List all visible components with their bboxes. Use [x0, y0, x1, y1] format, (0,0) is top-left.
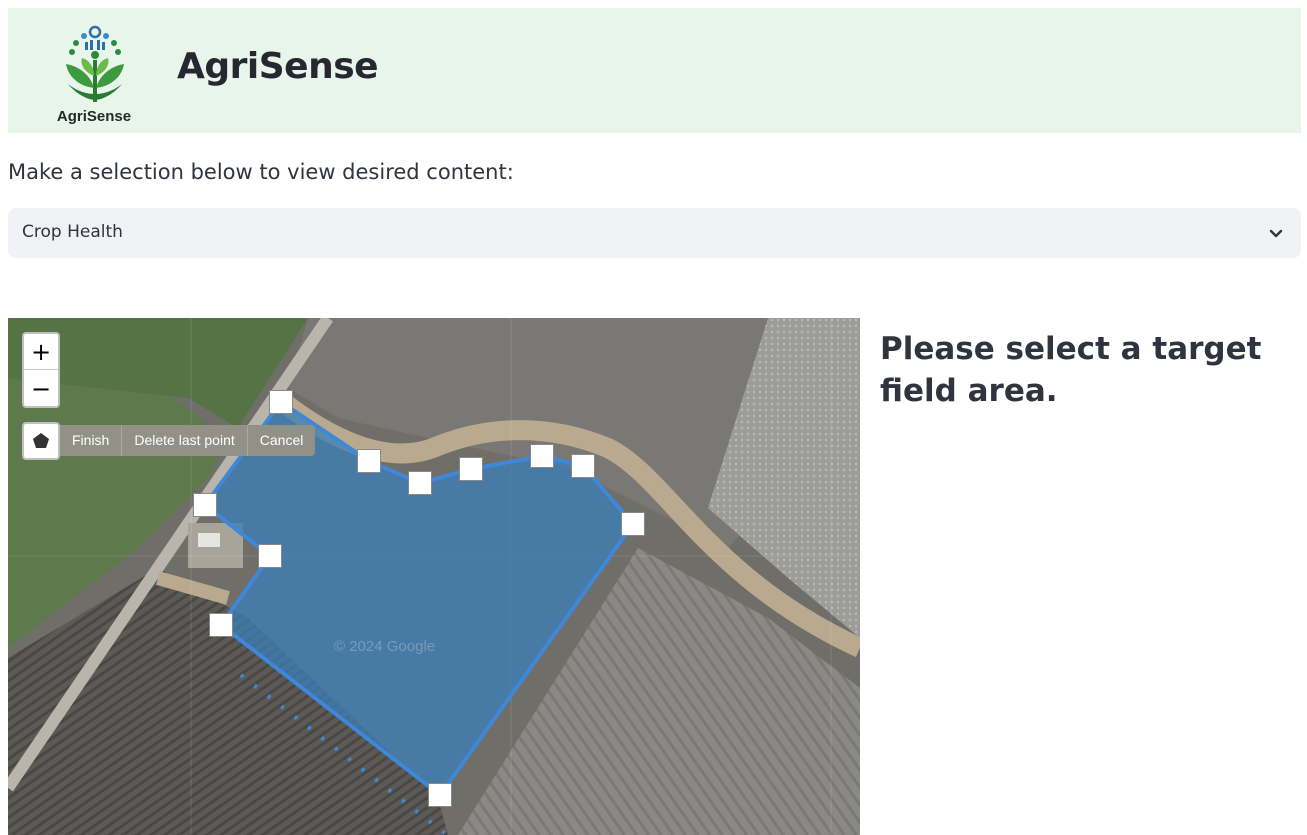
zoom-out-button[interactable]: − — [24, 371, 58, 407]
polygon-vertex[interactable] — [258, 544, 282, 568]
delete-last-point-button[interactable]: Delete last point — [121, 425, 246, 456]
instruction-message: Please select a target field area. — [880, 331, 1262, 409]
polygon-vertex[interactable] — [571, 454, 595, 478]
polygon-vertex[interactable] — [269, 390, 293, 414]
chevron-down-icon — [1269, 229, 1283, 238]
polygon-vertex[interactable] — [408, 471, 432, 495]
finish-button[interactable]: Finish — [60, 425, 121, 456]
agrisense-logo: AgriSense — [48, 22, 140, 126]
polygon-vertex[interactable] — [209, 613, 233, 637]
polygon-vertex[interactable] — [530, 444, 554, 468]
app-header: AgriSense AgriSense — [8, 8, 1301, 133]
polygon-vertex[interactable] — [193, 493, 217, 517]
polygon-vertex[interactable] — [428, 783, 452, 807]
polygon-vertex[interactable] — [459, 457, 483, 481]
app-title: AgriSense — [177, 46, 379, 87]
logo-text: AgriSense — [56, 108, 132, 125]
pentagon-icon — [33, 433, 49, 448]
polygon-vertex[interactable] — [621, 512, 645, 536]
draw-actions-toolbar: Finish Delete last point Cancel — [60, 425, 316, 456]
cancel-button[interactable]: Cancel — [246, 425, 316, 456]
plant-logo-icon — [66, 25, 124, 102]
polygon-vertex[interactable] — [357, 449, 381, 473]
satellite-imagery: © 2024 Google — [8, 318, 860, 835]
content-select-value: Crop Health — [22, 222, 123, 242]
selection-prompt: Make a selection below to view desired c… — [8, 160, 514, 184]
draw-polygon-button[interactable] — [22, 422, 60, 460]
zoom-in-button[interactable]: + — [24, 334, 58, 370]
map-watermark: © 2024 Google — [334, 638, 435, 655]
content-select[interactable]: Crop Health — [8, 208, 1301, 258]
map-view[interactable]: © 2024 Google + − Finish Delete last poi… — [8, 318, 860, 835]
zoom-control: + − — [22, 332, 60, 408]
